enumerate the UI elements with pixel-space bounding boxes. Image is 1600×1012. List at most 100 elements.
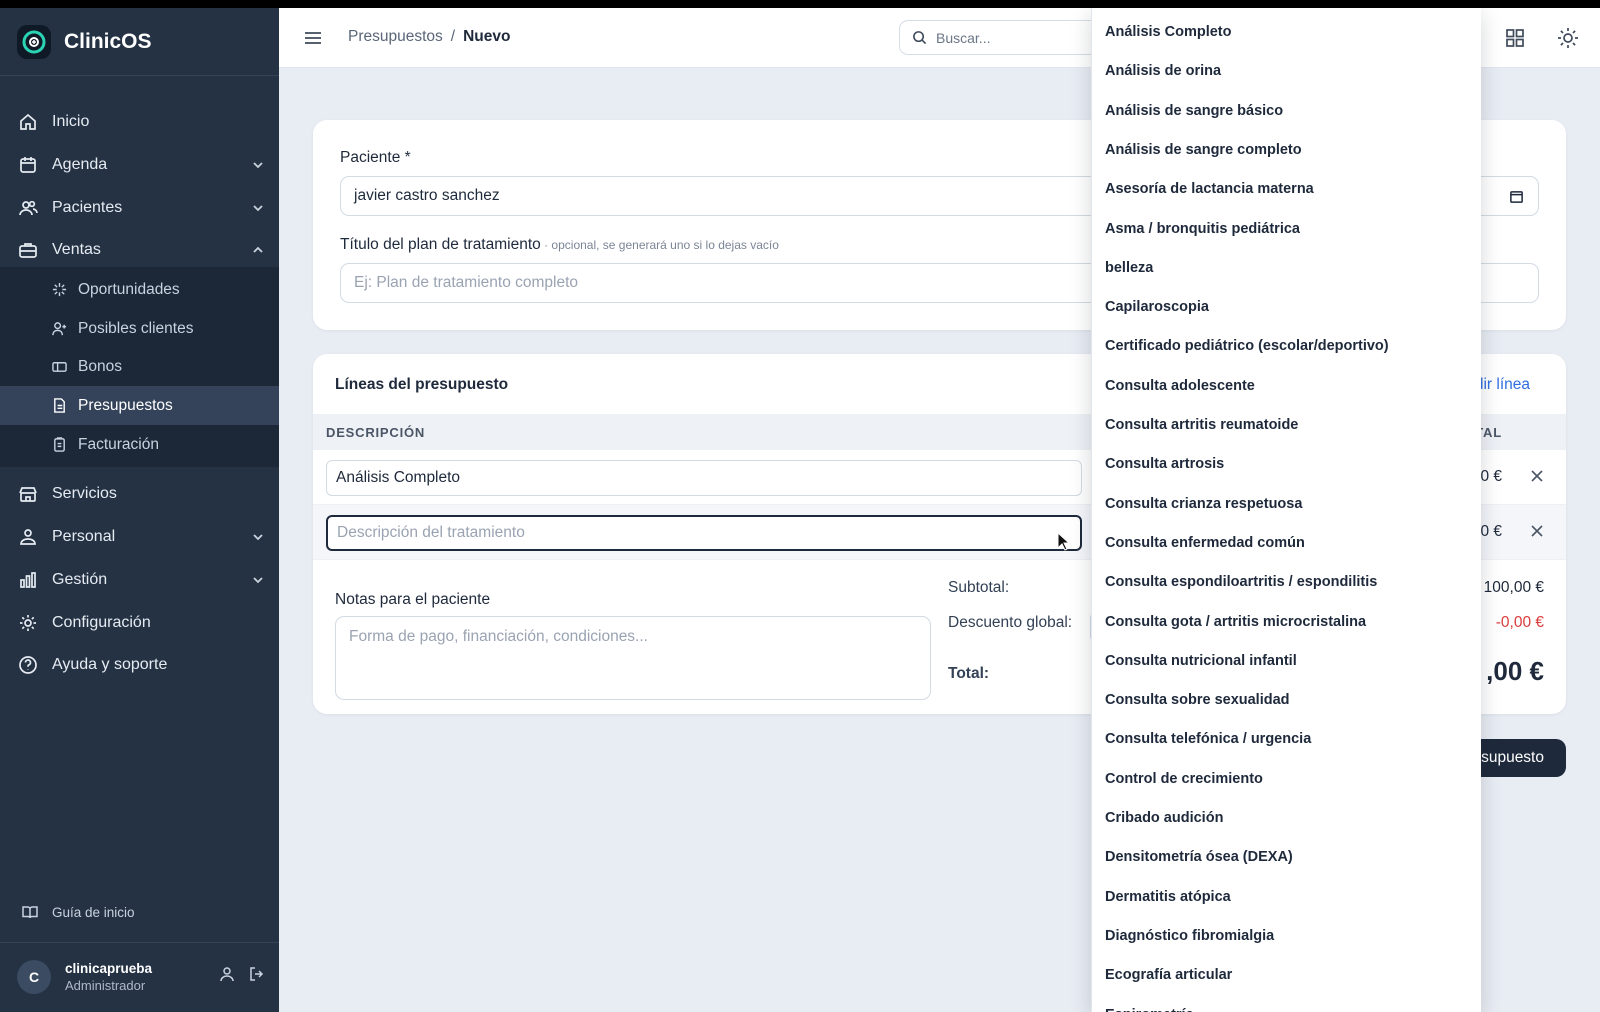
- total-value: ,00 €: [1486, 656, 1544, 686]
- dropdown-option[interactable]: Control de crecimiento: [1105, 771, 1263, 787]
- sidebar-item-ayuda[interactable]: Ayuda y soporte: [0, 645, 279, 685]
- users-icon: [19, 200, 38, 216]
- dropdown-option[interactable]: Certificado pediátrico (escolar/deportiv…: [1105, 338, 1389, 354]
- dropdown-option[interactable]: Análisis de sangre completo: [1105, 142, 1302, 158]
- dropdown-option[interactable]: Asesoría de lactancia materna: [1105, 181, 1314, 197]
- ticket-icon: [52, 362, 67, 372]
- plan-title-placeholder: Ej: Plan de tratamiento completo: [354, 274, 579, 291]
- notes-textarea[interactable]: Forma de pago, financiación, condiciones…: [335, 616, 931, 700]
- sidebar-item-gestion[interactable]: Gestión: [0, 560, 279, 600]
- sidebar-item-label: Agenda: [52, 156, 108, 173]
- chevron-down-icon: [253, 205, 263, 212]
- add-line-link[interactable]: dir línea: [1475, 376, 1530, 394]
- dropdown-option[interactable]: Consulta enfermedad común: [1105, 535, 1305, 551]
- line-total: 0 €: [1480, 523, 1502, 540]
- breadcrumb-current: Nuevo: [463, 28, 511, 45]
- avatar: C: [17, 960, 51, 994]
- sidebar-item-label: Bonos: [78, 357, 122, 375]
- lines-title: Líneas del presupuesto: [335, 376, 509, 393]
- sidebar-item-agenda[interactable]: Agenda: [0, 145, 279, 185]
- guide-link[interactable]: Guía de inicio: [22, 904, 135, 920]
- home-icon: [20, 113, 36, 130]
- sidebar-item-posibles-clientes[interactable]: Posibles clientes: [0, 309, 279, 348]
- dropdown-option[interactable]: Análisis de sangre básico: [1105, 103, 1283, 119]
- brand[interactable]: ClinicOS: [17, 25, 152, 59]
- discount-label: Descuento global:: [948, 614, 1073, 631]
- sidebar-item-label: Ayuda y soporte: [52, 656, 168, 673]
- sun-icon[interactable]: [1557, 27, 1579, 49]
- sidebar-item-inicio[interactable]: Inicio: [0, 102, 279, 142]
- dropdown-option[interactable]: Dermatitis atópica: [1105, 889, 1231, 905]
- grid-icon[interactable]: [1505, 28, 1525, 48]
- dropdown-option[interactable]: Densitometría ósea (DEXA): [1105, 849, 1293, 865]
- dropdown-option[interactable]: Consulta adolescente: [1105, 378, 1255, 394]
- sidebar-item-label: Facturación: [78, 435, 159, 453]
- patient-label: Paciente *: [340, 149, 411, 166]
- plan-title-label-text: Título del plan de tratamiento: [340, 236, 541, 253]
- ventas-submenu: Oportunidades Posibles clientes Bonos Pr…: [0, 267, 279, 467]
- sidebar-item-label: Servicios: [52, 485, 117, 502]
- sidebar-item-configuracion[interactable]: Configuración: [0, 603, 279, 643]
- briefcase-icon: [19, 243, 37, 258]
- discount-value: -0,00 €: [1495, 614, 1544, 631]
- logout-icon[interactable]: [249, 966, 265, 982]
- subtotal-value: 100,00 €: [1483, 579, 1544, 596]
- dropdown-option[interactable]: Consulta nutricional infantil: [1105, 653, 1297, 669]
- user-profile[interactable]: C clinicaprueba Administrador: [17, 960, 152, 994]
- chevron-up-icon: [253, 246, 263, 253]
- sidebar-item-personal[interactable]: Personal: [0, 517, 279, 557]
- sidebar-item-servicios[interactable]: Servicios: [0, 474, 279, 514]
- notes-label: Notas para el paciente: [335, 591, 491, 608]
- close-icon[interactable]: [1530, 524, 1544, 538]
- bar-chart-icon: [20, 572, 36, 588]
- sidebar: ClinicOS Inicio Agenda Pacientes Ventas …: [0, 8, 279, 1012]
- dropdown-option[interactable]: Capilaroscopia: [1105, 299, 1209, 315]
- dropdown-option[interactable]: Ecografía articular: [1105, 967, 1232, 983]
- document-icon: [54, 398, 65, 413]
- mouse-cursor-icon: [1057, 532, 1071, 551]
- dropdown-option[interactable]: Análisis Completo: [1105, 24, 1232, 40]
- dropdown-option[interactable]: Consulta artritis reumatoide: [1105, 417, 1298, 433]
- help-circle-icon: [19, 656, 37, 674]
- sidebar-item-label: Configuración: [52, 614, 151, 631]
- dropdown-option[interactable]: belleza: [1105, 260, 1153, 276]
- dropdown-option[interactable]: Consulta gota / artritis microcristalina: [1105, 614, 1366, 630]
- sidebar-item-facturacion[interactable]: Facturación: [0, 425, 279, 464]
- breadcrumb-parent[interactable]: Presupuestos: [348, 28, 443, 46]
- app-window: ClinicOS Inicio Agenda Pacientes Ventas …: [0, 8, 1600, 1012]
- line-description-input-active[interactable]: Descripción del tratamiento: [326, 515, 1082, 551]
- user-icon[interactable]: [219, 966, 235, 982]
- user-plus-icon: [52, 322, 67, 336]
- plan-title-hint: · opcional, se generará uno si lo dejas …: [540, 238, 779, 252]
- dropdown-option[interactable]: Consulta telefónica / urgencia: [1105, 731, 1311, 747]
- sidebar-item-label: Oportunidades: [78, 280, 180, 298]
- sidebar-item-bonos[interactable]: Bonos: [0, 347, 279, 386]
- sidebar-item-oportunidades[interactable]: Oportunidades: [0, 270, 279, 309]
- sidebar-item-pacientes[interactable]: Pacientes: [0, 188, 279, 228]
- treatment-dropdown[interactable]: Análisis Completo Análisis de orina Anális…: [1091, 8, 1481, 1012]
- dropdown-option[interactable]: Consulta crianza respetuosa: [1105, 496, 1302, 512]
- sidebar-item-label: Posibles clientes: [78, 319, 194, 337]
- guide-label: Guía de inicio: [52, 904, 135, 920]
- sidebar-item-label: Ventas: [52, 241, 101, 258]
- dropdown-option[interactable]: Consulta artrosis: [1105, 456, 1224, 472]
- dropdown-option[interactable]: Análisis de orina: [1105, 63, 1221, 79]
- dropdown-option[interactable]: Asma / bronquitis pediátrica: [1105, 221, 1300, 237]
- notes-placeholder: Forma de pago, financiación, condiciones…: [349, 628, 648, 645]
- sidebar-item-ventas[interactable]: Ventas: [0, 230, 279, 270]
- calendar-icon[interactable]: [1509, 189, 1524, 204]
- user-name: clinicaprueba: [65, 961, 153, 976]
- plan-title-label: Título del plan de tratamiento · opciona…: [340, 236, 779, 254]
- dropdown-option[interactable]: Consulta sobre sexualidad: [1105, 692, 1290, 708]
- sidebar-item-label: Gestión: [52, 571, 108, 588]
- dropdown-option[interactable]: Espirometría: [1105, 1007, 1194, 1012]
- sidebar-item-presupuestos[interactable]: Presupuestos: [0, 386, 279, 425]
- calendar-icon: [20, 157, 36, 173]
- line-description-input[interactable]: Análisis Completo: [326, 460, 1082, 496]
- dropdown-option[interactable]: Consulta espondiloartritis / espondiliti…: [1105, 574, 1377, 590]
- line-total: 0 €: [1480, 468, 1502, 485]
- dropdown-option[interactable]: Cribado audición: [1105, 810, 1223, 826]
- dropdown-option[interactable]: Diagnóstico fibromialgia: [1105, 928, 1274, 944]
- close-icon[interactable]: [1530, 469, 1544, 483]
- menu-icon[interactable]: [303, 28, 323, 48]
